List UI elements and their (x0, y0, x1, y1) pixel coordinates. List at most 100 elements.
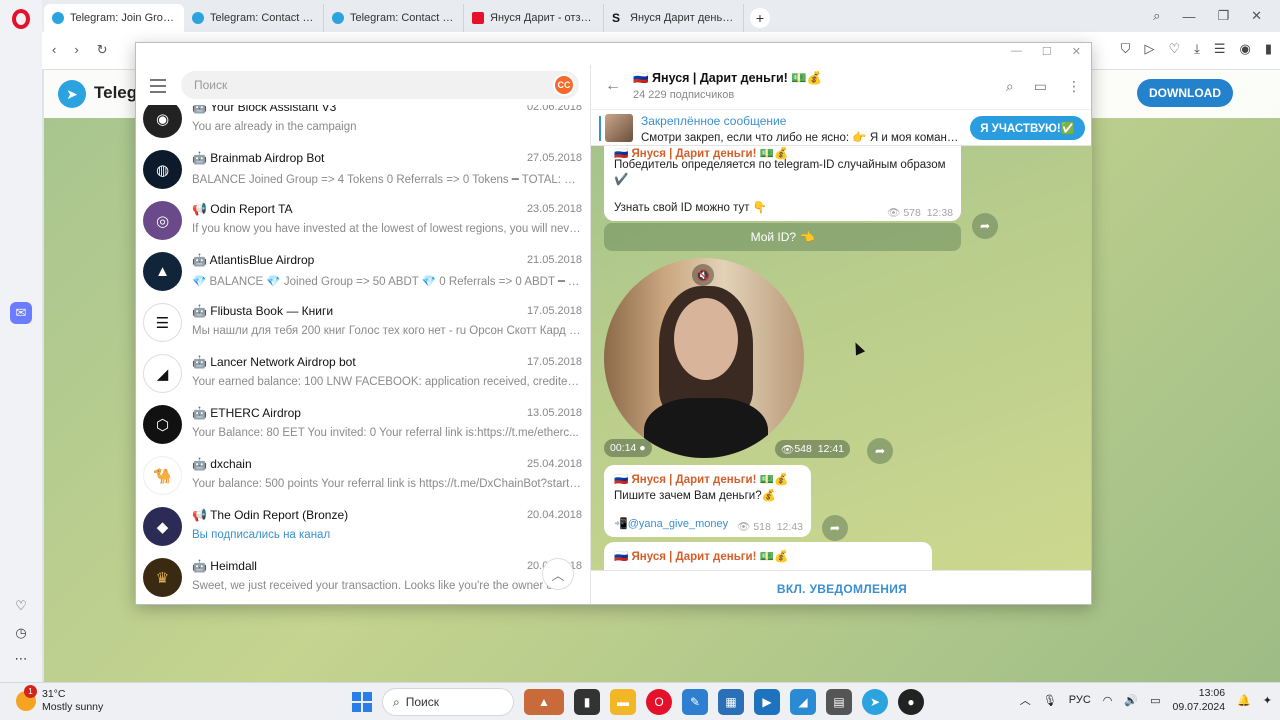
volume-icon[interactable]: 🔊 (1124, 694, 1138, 707)
avatar: ◉ (143, 105, 182, 138)
profile-icon[interactable]: ◉ (1240, 41, 1251, 57)
username-link[interactable]: 📲@yana_give_money (614, 517, 728, 530)
forward-button[interactable]: ➦ (972, 213, 998, 239)
download-button[interactable]: DOWNLOAD (1137, 79, 1233, 107)
forward-button[interactable]: ➦ (867, 438, 893, 464)
sidebar-toggle-icon[interactable]: ▮ (1265, 41, 1272, 57)
scroll-to-top-button[interactable]: ︿ (542, 558, 574, 590)
unmute-notifications-button[interactable]: ВКЛ. УВЕДОМЛЕНИЯ (591, 570, 1091, 604)
more-dots-icon[interactable]: ⋯ (10, 648, 32, 670)
bot-icon: 🤖 (192, 151, 211, 165)
chat-item[interactable]: ⬡ 🤖 ETHERC Airdrop 13.05.2018 Your Balan… (136, 400, 590, 451)
tab-reviews[interactable]: Януся Дарит - отзывы о (464, 4, 604, 32)
file-explorer-icon[interactable]: ▬ (610, 689, 636, 715)
window-titlebar: — ☐ ✕ (136, 43, 1091, 65)
side-panel-icon[interactable]: ▭ (1034, 78, 1047, 95)
search-icon[interactable]: ⌕ (1006, 78, 1014, 95)
tab-telegram-join[interactable]: Telegram: Join Group Chat (44, 4, 184, 32)
tab-telegram-contact-1[interactable]: Telegram: Contact @yanu (184, 4, 324, 32)
download-icon[interactable]: ⤓ (1194, 41, 1200, 57)
forward-button[interactable]: ➦ (822, 515, 848, 541)
paint-app-icon[interactable]: ◢ (790, 689, 816, 715)
taskbar-search[interactable]: ⌕ Поиск (382, 688, 514, 716)
maximize-icon[interactable]: ☐ (1042, 45, 1052, 58)
play-icon[interactable]: ▷ (1144, 41, 1154, 57)
video-duration: 00:14 ● (604, 439, 652, 457)
more-vertical-icon[interactable]: ⋮ (1067, 78, 1081, 95)
weather-widget[interactable]: 1 31°C Mostly sunny (16, 685, 104, 714)
chat-item[interactable]: ◆ 📢 The Odin Report (Bronze) 20.04.2018 … (136, 502, 590, 553)
chat-title-text: AtlantisBlue Airdrop (209, 253, 315, 267)
message-author: 🇷🇺 Януся | Дарит деньги! 💵💰 (614, 551, 789, 563)
opera-taskbar-icon[interactable]: O (646, 689, 672, 715)
chat-item[interactable]: ◉ 🤖 Your Block Assistant V3 02.06.2018 Y… (136, 105, 590, 145)
chat-item[interactable]: ☰ 🤖 Flibusta Book — Книги 17.05.2018 Мы … (136, 298, 590, 349)
task-view-icon[interactable]: ▮ (574, 689, 600, 715)
channel-message[interactable]: 🇷🇺 Януся | Дарит деньги! 💵💰 Победитель о… (604, 146, 961, 221)
participate-button[interactable]: Я УЧАСТВУЮ!✅ (970, 116, 1085, 140)
notification-bell-icon[interactable]: 🔔 (1237, 694, 1251, 707)
clock[interactable]: 13:06 09.07.2024 (1173, 686, 1226, 714)
restore-icon[interactable]: ❐ (1217, 8, 1229, 24)
telegram-logo-icon[interactable]: ➤ (58, 80, 86, 108)
new-tab-button[interactable]: + (750, 8, 770, 28)
back-arrow-icon[interactable]: ← (605, 77, 621, 95)
windows-taskbar: 1 31°C Mostly sunny ⌕ Поиск ▲ ▮ ▬ O ✎ ▦ … (0, 682, 1280, 720)
reload-icon[interactable]: ↻ (97, 42, 108, 58)
media-app-icon[interactable]: ▶ (754, 689, 780, 715)
chat-item[interactable]: ◎ 📢 Odin Report TA 23.05.2018 If you kno… (136, 196, 590, 247)
tab-reviews-2[interactable]: S Януся Дарит деньги Отзы (604, 4, 744, 32)
channel-title[interactable]: 🇷🇺 Януся | Дарит деньги! 💵💰 (633, 71, 822, 86)
my-id-inline-button[interactable]: Мой ID? 👈 (604, 223, 961, 251)
windows-start-icon[interactable] (352, 692, 372, 712)
calculator-icon[interactable]: ▤ (826, 689, 852, 715)
microphone-icon[interactable]: 🎙 (1043, 694, 1057, 707)
history-clock-icon[interactable]: ◷ (10, 622, 32, 644)
telegram-taskbar-icon[interactable]: ➤ (862, 689, 888, 715)
back-icon[interactable]: ‹ (52, 42, 56, 58)
message-text: Победитель определяется по telegram-ID с… (614, 159, 946, 186)
app-taskbar-icon[interactable]: ● (898, 689, 924, 715)
channel-message[interactable]: 🇷🇺 Януся | Дарит деньги! 💵💰 Пишите зачем… (604, 465, 811, 537)
store-app-icon[interactable]: ▦ (718, 689, 744, 715)
chat-preview: BALANCE Joined Group => 4 Tokens 0 Refer… (192, 174, 582, 186)
battery-icon[interactable]: ▭ (1150, 694, 1160, 707)
minimize-icon[interactable]: — (1011, 45, 1022, 58)
eye-icon: 👁 (887, 207, 904, 219)
input-language[interactable]: РУС (1069, 694, 1091, 706)
notes-app-icon[interactable]: ✎ (682, 689, 708, 715)
chat-item[interactable]: ◍ 🤖 Brainmab Airdrop Bot 27.05.2018 BALA… (136, 145, 590, 196)
hamburger-menu-icon[interactable] (150, 79, 166, 93)
search-input[interactable]: Поиск CC (181, 71, 579, 99)
muted-speaker-icon[interactable]: 🔇 (692, 264, 714, 286)
search-tabs-icon[interactable]: ⌕ (1153, 8, 1160, 24)
shield-icon[interactable]: ⛉ (1121, 41, 1131, 57)
opera-logo-icon[interactable] (12, 9, 30, 29)
pinned-message-bar[interactable]: Закреплённое сообщение Смотри закреп, ес… (591, 109, 1091, 146)
clock-time: 13:06 (1198, 687, 1226, 699)
close-icon[interactable]: ✕ (1072, 45, 1081, 58)
wifi-icon[interactable]: ◠ (1103, 694, 1113, 707)
chat-item[interactable]: ◢ 🤖 Lancer Network Airdrop bot 17.05.201… (136, 349, 590, 400)
heart-icon[interactable]: ♡ (10, 595, 32, 617)
chat-item[interactable]: ♛ 🤖 Heimdall 20.04.2018 Sweet, we just r… (136, 553, 590, 604)
close-icon[interactable]: ✕ (1251, 8, 1262, 24)
menu-lines-icon[interactable]: ☰ (1214, 41, 1226, 57)
tab-telegram-contact-2[interactable]: Telegram: Contact @yanu (324, 4, 464, 32)
chat-item[interactable]: 🐪 🤖 dxchain 25.04.2018 Your balance: 500… (136, 451, 590, 502)
copilot-icon[interactable]: ✦ (1263, 694, 1272, 707)
round-video-message[interactable]: 🔇 (604, 258, 804, 458)
chevron-up-icon[interactable]: ︿ (1020, 692, 1031, 708)
weather-condition: Mostly sunny (42, 701, 104, 713)
widget-app-icon[interactable]: ▲ (524, 689, 564, 715)
share-arrow-icon: ➦ (874, 444, 886, 458)
account-badge[interactable]: CC (553, 74, 575, 96)
telegram-desktop-window: — ☐ ✕ Поиск CC ◉ 🤖 Your Block Assistant … (135, 42, 1092, 605)
message-author: 🇷🇺 Януся | Дарит деньги! 💵💰 (614, 474, 789, 486)
minimize-icon[interactable]: — (1182, 9, 1195, 24)
chat-item[interactable]: ▲ 🤖 AtlantisBlue Airdrop 21.05.2018 💎 BA… (136, 247, 590, 298)
chat-preview: Мы нашли для тебя 200 книг Голос тех ког… (192, 325, 582, 337)
favorite-heart-icon[interactable]: ♡ (1168, 41, 1180, 57)
messenger-icon[interactable]: ✉ (10, 302, 32, 324)
forward-icon[interactable]: › (74, 42, 78, 58)
